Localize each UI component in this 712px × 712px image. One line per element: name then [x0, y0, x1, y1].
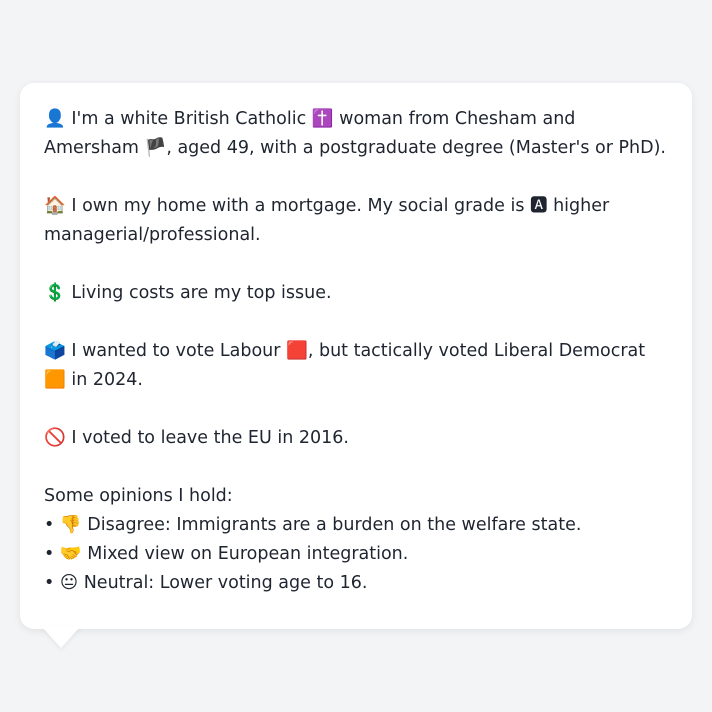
- identity-paragraph: 👤 I'm a white British Catholic ✝️ woman …: [44, 105, 668, 163]
- issue-paragraph: 💲 Living costs are my top issue.: [44, 279, 668, 308]
- message-bubble: 👤 I'm a white British Catholic ✝️ woman …: [20, 83, 692, 629]
- opinions-heading: Some opinions I hold:: [44, 486, 233, 506]
- red-square-icon: 🟥: [286, 341, 308, 361]
- vote-text-b: , but tactically voted Liberal Democrat: [307, 341, 646, 361]
- bullet: •: [44, 544, 55, 564]
- opinions-paragraph: Some opinions I hold: • 👎 Disagree: Immi…: [44, 482, 668, 598]
- identity-text-c: , aged 49, with a postgraduate degree (M…: [166, 138, 666, 158]
- opinion-text: Neutral: Lower voting age to 16.: [78, 573, 368, 593]
- house-icon: 🏠: [44, 196, 66, 216]
- opinion-item: • 🤝 Mixed view on European integration.: [44, 540, 668, 569]
- thumbs-down-icon: 👎: [59, 515, 82, 535]
- home-paragraph: 🏠 I own my home with a mortgage. My soci…: [44, 192, 668, 250]
- identity-text-a: I'm a white British Catholic: [65, 109, 312, 129]
- vote-text-c: in 2024.: [65, 370, 143, 390]
- neutral-face-icon: 😐: [59, 573, 79, 593]
- cross-icon: ✝️: [311, 109, 334, 129]
- opinion-text: Mixed view on European integration.: [81, 544, 409, 564]
- england-flag-icon: 🏴: [144, 138, 167, 158]
- bullet: •: [44, 515, 55, 535]
- dollar-icon: 💲: [44, 283, 66, 303]
- person-icon: 👤: [44, 109, 66, 129]
- orange-square-icon: 🟧: [44, 370, 66, 390]
- home-text-a: I own my home with a mortgage. My social…: [65, 196, 530, 216]
- opinion-item: • 👎 Disagree: Immigrants are a burden on…: [44, 511, 668, 540]
- bullet: •: [44, 573, 55, 593]
- bubble-tail: [42, 627, 80, 648]
- vote-paragraph: 🗳️ I wanted to vote Labour 🟥, but tactic…: [44, 337, 668, 395]
- brexit-text: I voted to leave the EU in 2016.: [65, 428, 349, 448]
- ballot-box-icon: 🗳️: [44, 341, 66, 361]
- opinion-item: • 😐 Neutral: Lower voting age to 16.: [44, 569, 668, 598]
- prohibited-icon: 🚫: [44, 428, 66, 448]
- vote-text-a: I wanted to vote Labour: [65, 341, 287, 361]
- issue-text: Living costs are my top issue.: [65, 283, 332, 303]
- opinion-text: Disagree: Immigrants are a burden on the…: [81, 515, 582, 535]
- grade-a-icon: 🅰: [530, 196, 548, 216]
- brexit-paragraph: 🚫 I voted to leave the EU in 2016.: [44, 424, 668, 453]
- handshake-icon: 🤝: [59, 544, 82, 564]
